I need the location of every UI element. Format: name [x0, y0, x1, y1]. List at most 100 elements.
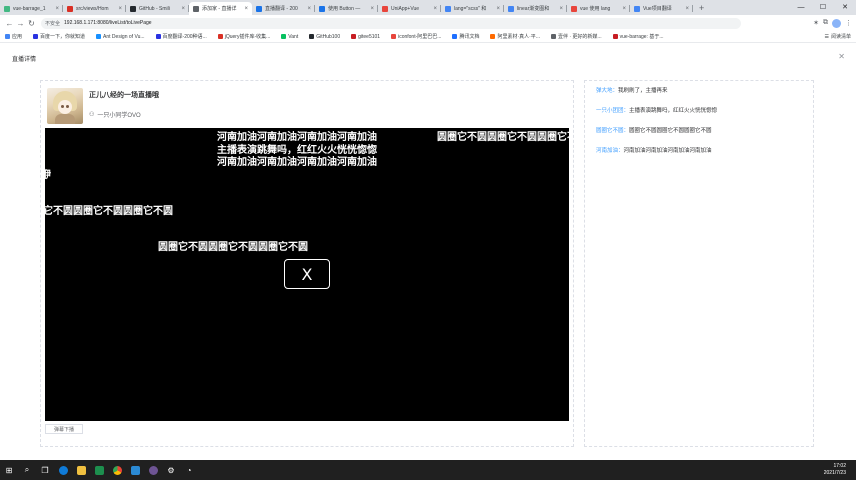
maximize-button[interactable]: ☐: [812, 0, 834, 15]
anchor-avatar: [47, 88, 83, 124]
tab-favicon-icon: [130, 5, 136, 12]
tab-title: 使用 Button —: [328, 6, 361, 12]
tab-close-icon[interactable]: ×: [55, 6, 59, 12]
tab-favicon-icon: [4, 5, 10, 12]
extension-icon[interactable]: ✶: [813, 19, 819, 27]
vscode-icon[interactable]: [126, 460, 144, 480]
browser-tab[interactable]: src/views/Hom ×: [63, 2, 126, 15]
tab-title: 添加家 - 直播详: [202, 6, 237, 12]
bookmark-favicon-icon: [452, 34, 458, 39]
profile-avatar[interactable]: [832, 18, 841, 28]
github-desktop-icon[interactable]: [144, 460, 162, 480]
browser-tab[interactable]: lang="scss" 和 ×: [441, 2, 504, 15]
bookmark-item[interactable]: Vant: [281, 34, 298, 40]
tab-close-icon[interactable]: ×: [370, 6, 374, 12]
url-text: 192.168.1.171:8080/liveList/toLivePage: [64, 20, 152, 26]
edge-icon[interactable]: [54, 460, 72, 480]
browser-tab[interactable]: vue 使用 lang ×: [567, 2, 630, 15]
reading-list-label: 阅读清单: [830, 34, 851, 40]
new-tab-button[interactable]: +: [693, 3, 710, 13]
video-player[interactable]: 河南加油河南加油河南加油河南加油 主播表演跳舞吗，红红火火恍恍惚惚 河南加油河南…: [45, 128, 569, 421]
bookmark-label: 百度一下，你就知道: [40, 34, 86, 40]
file-explorer-icon[interactable]: [72, 460, 90, 480]
tab-close-icon[interactable]: ×: [181, 6, 185, 12]
bookmark-item[interactable]: vue-barrage: 基于...: [612, 33, 664, 40]
tab-close-icon[interactable]: ×: [685, 6, 689, 12]
comment-user: 圆圈它不圆：: [596, 128, 630, 134]
browser-tab[interactable]: linear渐变图和 ×: [504, 2, 567, 15]
tab-title: lang="scss" 和: [454, 6, 487, 12]
close-window-button[interactable]: ✕: [834, 0, 856, 15]
windows-start-icon[interactable]: ⊞: [0, 460, 18, 480]
tab-title: src/views/Hom: [76, 5, 109, 12]
chrome-icon[interactable]: [108, 460, 126, 480]
tab-close-icon[interactable]: ×: [433, 6, 437, 12]
tab-close-icon[interactable]: ×: [244, 6, 248, 12]
browser-tab[interactable]: 使用 Button — ×: [315, 2, 378, 15]
reload-icon[interactable]: ↻: [26, 19, 37, 28]
settings-icon[interactable]: ⚙: [162, 460, 180, 480]
browser-tab[interactable]: Vue项目翻译 ×: [630, 2, 693, 15]
tab-favicon-icon: [445, 5, 451, 12]
tab-close-icon[interactable]: ×: [118, 6, 122, 12]
tab-favicon-icon: [67, 5, 73, 12]
reading-list[interactable]: ☰ 阅读清单: [825, 33, 852, 41]
browser-tab[interactable]: 添加家 - 直播详 ×: [189, 2, 252, 15]
send-danmu-button[interactable]: 弹幕下播: [45, 424, 83, 434]
comment-text: 我刷刷了，主播再来: [618, 88, 668, 94]
bookmark-label: 壹伴 · 更好的新媒...: [557, 34, 602, 40]
bookmark-item[interactable]: GitHub100: [309, 34, 340, 40]
close-icon[interactable]: ✕: [838, 52, 845, 61]
bookmark-item[interactable]: 百度翻译-200种语...: [155, 33, 207, 40]
tab-close-icon[interactable]: ×: [559, 6, 563, 12]
browser-tab-strip: vue-barrage_1 × src/views/Hom × GitHub - Smi…: [0, 0, 856, 15]
bookmark-item[interactable]: 壹伴 · 更好的新媒...: [550, 33, 602, 40]
forward-icon[interactable]: →: [15, 19, 26, 28]
close-live-button[interactable]: X: [284, 259, 330, 289]
tab-close-icon[interactable]: ×: [622, 6, 626, 12]
comment-text: 圆圈它不圆圆圈它不圆圆圈它不圆: [629, 128, 712, 134]
excel-icon[interactable]: [90, 460, 108, 480]
recorder-icon[interactable]: ◔: [180, 460, 198, 480]
bookmark-favicon-icon: [5, 34, 10, 39]
task-view-icon[interactable]: ❐: [36, 460, 54, 480]
bookmark-label: jQuery插件库-收集...: [224, 34, 271, 40]
security-warning: 不安全: [45, 20, 61, 27]
browser-tab[interactable]: 直播翻译 - 200 ×: [252, 2, 315, 15]
back-icon[interactable]: ←: [4, 19, 15, 28]
minimize-button[interactable]: —: [790, 0, 812, 15]
danmu-item: 圆圈它不圆圆圈它不圆圆圈它不圆: [437, 132, 569, 143]
tab-favicon-icon: [382, 5, 388, 12]
tab-favicon-icon: [319, 5, 325, 12]
comment-item: 弹大地：我刷刷了，主播再来: [596, 88, 806, 95]
bookmark-item[interactable]: gitee5101: [351, 34, 380, 40]
bookmark-label: Ant Design of Vu...: [103, 33, 145, 40]
tab-close-icon[interactable]: ×: [307, 6, 311, 12]
bookmark-item[interactable]: 腾讯文档: [452, 33, 479, 40]
tab-close-icon[interactable]: ×: [496, 6, 500, 12]
bookmark-label: GitHub100: [316, 33, 341, 40]
bookmark-label: 百度翻译-200种语...: [162, 34, 207, 40]
bookmark-item[interactable]: 阿里素材·真人·平...: [490, 33, 540, 40]
bookmark-item[interactable]: iconfont-阿里巴巴...: [391, 33, 441, 40]
bookmark-label: 阿里素材·真人·平...: [497, 34, 540, 40]
tab-favicon-icon: [634, 5, 640, 12]
search-icon[interactable]: ⌕: [18, 460, 36, 480]
room-title: 正儿八经的一场直播哦: [89, 92, 159, 99]
system-clock[interactable]: 17:02 2021/7/23: [824, 463, 846, 477]
address-bar[interactable]: 不安全 192.168.1.171:8080/liveList/toLivePa…: [41, 17, 741, 29]
bookmark-item[interactable]: 应用: [5, 33, 22, 40]
bookmark-item[interactable]: 百度一下，你就知道: [33, 33, 85, 40]
browser-tab[interactable]: UniApp+Vue ×: [378, 2, 441, 15]
puzzle-icon[interactable]: ⧉: [823, 19, 828, 27]
browser-tab[interactable]: GitHub - Smili ×: [126, 2, 189, 15]
menu-icon[interactable]: ⋮: [845, 19, 852, 27]
bookmark-item[interactable]: jQuery插件库-收集...: [217, 33, 271, 40]
browser-toolbar: ← → ↻ 不安全 192.168.1.171:8080/liveList/to…: [0, 15, 856, 31]
danmu-item: 圆圈它不圆圆圈它不圆圆圈它不圆: [158, 242, 308, 253]
browser-tab[interactable]: vue-barrage_1 ×: [0, 2, 63, 15]
bookmark-favicon-icon: [351, 34, 357, 39]
tab-title: vue 使用 lang: [580, 6, 611, 12]
comment-item: 一只小团团：主播表演跳舞吗，红红火火恍恍惚惚: [596, 108, 806, 115]
bookmark-item[interactable]: Ant Design of Vu...: [96, 34, 145, 40]
